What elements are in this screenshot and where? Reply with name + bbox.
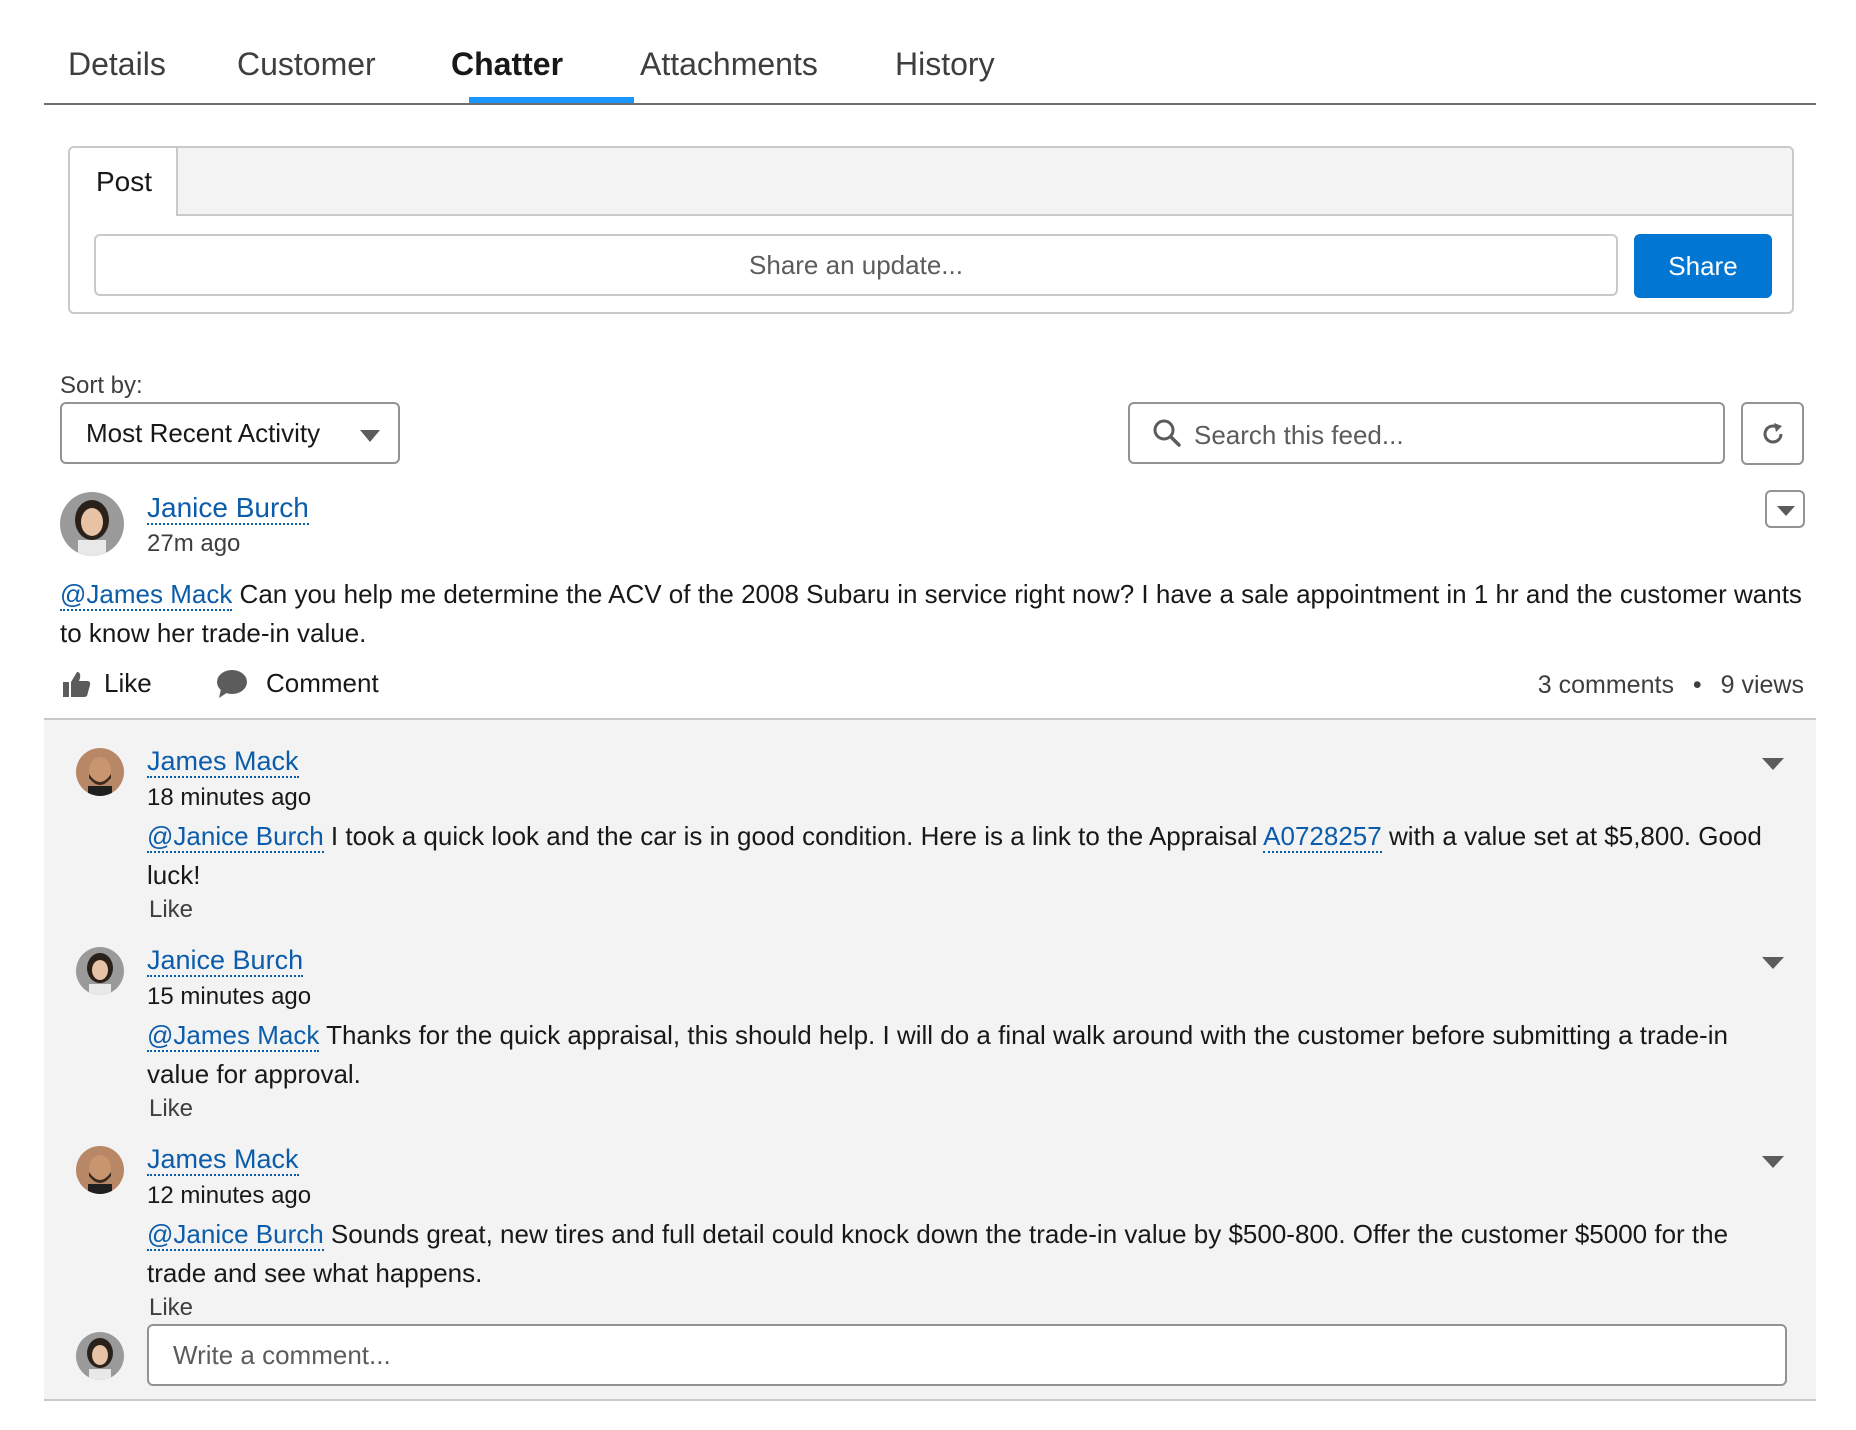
comment-menu-chevron-down-icon[interactable] [1762,758,1784,770]
comment-item: James Mack 18 minutes ago @Janice Burch … [44,734,1816,924]
search-icon [1153,419,1181,447]
sort-by-select[interactable]: Most Recent Activity [60,402,400,464]
sort-by-label: Sort by: [60,372,143,399]
share-update-input[interactable]: Share an update... [94,234,1618,296]
comment-body: @Janice Burch Sounds great, new tires an… [147,1215,1777,1293]
comment-menu-chevron-down-icon[interactable] [1762,1156,1784,1168]
tab-customer[interactable]: Customer [237,46,376,105]
post-body: @James Mack Can you help me determine th… [60,575,1810,653]
publisher-tab-bar: Post [70,148,1792,216]
thumbs-up-icon [63,671,91,697]
refresh-icon [1763,423,1783,444]
tab-attachments[interactable]: Attachments [640,46,818,105]
chevron-down-icon [360,430,380,442]
comment-button[interactable]: Comment [216,668,379,699]
chatter-publisher: Post Share an update... Share [68,146,1794,314]
post-text: Can you help me determine the ACV of the… [60,579,1802,648]
comment-label: Comment [266,668,379,698]
stats-separator: • [1692,671,1702,699]
comment-icon [217,669,247,698]
comment-like-button[interactable]: Like [149,1095,193,1123]
comment-author-link[interactable]: Janice Burch [147,945,304,977]
comments-count: 3 comments [1537,671,1674,699]
comment-like-button[interactable]: Like [149,1294,193,1322]
mention-link[interactable]: @James Mack [60,579,233,611]
active-tab-indicator [469,97,634,103]
comment-timestamp: 18 minutes ago [147,784,312,811]
like-label: Like [104,668,152,698]
comment-body: @James Mack Thanks for the quick apprais… [147,1016,1777,1094]
post-author-link[interactable]: Janice Burch [147,492,309,525]
comments-section: James Mack 18 minutes ago @Janice Burch … [44,718,1816,1401]
feed-search-placeholder: Search this feed... [1194,420,1404,450]
write-comment-input[interactable]: Write a comment... [147,1324,1787,1386]
share-button[interactable]: Share [1634,234,1772,298]
comment-like-button[interactable]: Like [149,896,193,924]
post-timestamp: 27m ago [147,530,241,557]
publisher-tab-post[interactable]: Post [70,148,178,216]
like-button[interactable]: Like [62,668,152,699]
sort-by-value: Most Recent Activity [86,418,321,448]
comment-timestamp: 12 minutes ago [147,1182,312,1209]
views-count: 9 views [1720,671,1804,699]
comment-author-avatar[interactable] [76,1146,124,1194]
comment-text: Thanks for the quick appraisal, this sho… [147,1020,1728,1089]
comment-item: James Mack 12 minutes ago @Janice Burch … [44,1132,1816,1322]
comment-author-avatar[interactable] [76,947,124,995]
comment-body: @Janice Burch I took a quick look and th… [147,817,1777,895]
refresh-feed-button[interactable] [1741,402,1804,465]
comment-item: Janice Burch 15 minutes ago @James Mack … [44,933,1816,1123]
comment-text: I took a quick look and the car is in go… [323,821,1264,851]
mention-link[interactable]: @James Mack [147,1020,320,1052]
chevron-down-icon [1777,506,1795,516]
post-actions-menu-button[interactable] [1765,490,1805,528]
mention-link[interactable]: @Janice Burch [147,1219,324,1251]
comment-timestamp: 15 minutes ago [147,983,312,1010]
record-tabs: Details Customer Chatter Attachments His… [44,0,1816,105]
post-stats: 3 comments • 9 views [1538,671,1804,700]
feed-search-input[interactable]: Search this feed... [1128,402,1725,464]
comment-author-link[interactable]: James Mack [147,1144,299,1176]
appraisal-record-link[interactable]: A0728257 [1263,821,1382,853]
post-author-avatar[interactable] [60,492,124,556]
comment-text: Sounds great, new tires and full detail … [147,1219,1729,1288]
comment-author-avatar[interactable] [76,748,124,796]
comment-menu-chevron-down-icon[interactable] [1762,957,1784,969]
tab-details[interactable]: Details [68,46,166,105]
current-user-avatar [76,1332,124,1380]
comment-author-link[interactable]: James Mack [147,746,299,778]
tab-history[interactable]: History [895,46,995,105]
mention-link[interactable]: @Janice Burch [147,821,324,853]
